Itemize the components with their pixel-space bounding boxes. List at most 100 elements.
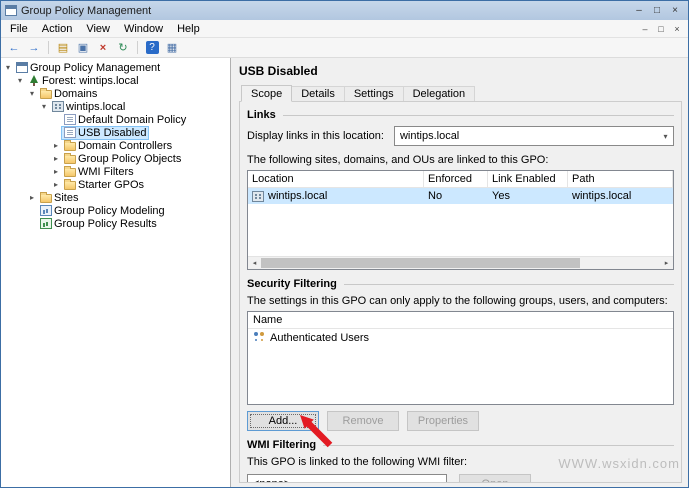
tab-scope[interactable]: Scope	[241, 85, 293, 102]
folder-icon	[64, 140, 76, 151]
display-location-select[interactable]: wintips.local ▾	[393, 126, 674, 146]
security-intro-text: The settings in this GPO can only apply …	[247, 295, 668, 307]
links-table: Location Enforced Link Enabled Path wint…	[247, 170, 674, 270]
open-button: Open	[459, 474, 531, 482]
help-icon[interactable]: ?	[143, 40, 161, 56]
column-header-path[interactable]: Path	[568, 171, 673, 188]
toolbar: ← → ▤ ▣ × ↻ ? ▦	[1, 38, 688, 58]
tree-item-group-policy-modeling[interactable]: Group Policy Modeling	[1, 204, 230, 217]
column-header-name[interactable]: Name	[248, 312, 673, 329]
wmi-filter-select[interactable]: <none> ▾	[247, 474, 447, 483]
tab-strip: Scope Details Settings Delegation	[239, 85, 682, 102]
links-heading-label: Links	[247, 109, 276, 121]
properties-button: Properties	[407, 411, 479, 431]
scroll-right-icon[interactable]: ▸	[660, 259, 673, 267]
expander-icon[interactable]: ▾	[3, 63, 13, 72]
close-button[interactable]: ×	[666, 3, 684, 18]
tree-item-group-policy-management[interactable]: ▾ Group Policy Management	[1, 61, 230, 74]
delete-icon[interactable]: ×	[94, 40, 112, 56]
link-enforced: No	[428, 190, 443, 202]
expander-icon[interactable]: ▾	[27, 89, 37, 98]
tab-delegation[interactable]: Delegation	[402, 86, 476, 101]
folder-icon	[40, 192, 52, 203]
display-location-value: wintips.local	[399, 130, 460, 142]
menu-view[interactable]: View	[79, 21, 117, 37]
expander-icon[interactable]: ▸	[51, 141, 61, 150]
tree-item-label: Group Policy Management	[30, 61, 161, 74]
back-icon[interactable]: ←	[5, 40, 23, 56]
maximize-button[interactable]: □	[648, 3, 666, 18]
security-buttons: Add... Remove Properties	[247, 411, 674, 431]
remove-button: Remove	[327, 411, 399, 431]
tab-settings[interactable]: Settings	[343, 86, 404, 101]
tree-item-group-policy-results[interactable]: Group Policy Results	[1, 217, 230, 230]
window-title: Group Policy Management	[21, 4, 152, 17]
display-links-label: Display links in this location:	[247, 130, 384, 142]
expander-icon[interactable]: ▾	[39, 102, 49, 111]
expander-icon[interactable]: ▸	[27, 193, 37, 202]
links-intro-text: The following sites, domains, and OUs ar…	[247, 154, 549, 166]
tree-item-label: Group Policy Modeling	[54, 204, 165, 217]
menu-help[interactable]: Help	[170, 21, 207, 37]
mdi-restore-button[interactable]: □	[653, 24, 669, 34]
tree-item-group-policy-objects[interactable]: ▸ Group Policy Objects	[1, 152, 230, 165]
expander-icon[interactable]: ▸	[51, 167, 61, 176]
column-header-enforced[interactable]: Enforced	[424, 171, 488, 188]
tree-item-wintips-local[interactable]: ▾ wintips.local	[1, 100, 230, 113]
tree-item-default-domain-policy[interactable]: Default Domain Policy	[1, 113, 230, 126]
security-group-name: Authenticated Users	[270, 331, 370, 344]
new-window-icon[interactable]: ▦	[163, 40, 181, 56]
tree-item-sites[interactable]: ▸ Sites	[1, 191, 230, 204]
help-glyph: ?	[145, 41, 159, 54]
menu-file[interactable]: File	[3, 21, 35, 37]
links-table-body: wintips.local No Yes wintips.local	[248, 188, 673, 256]
scrollbar-thumb[interactable]	[261, 258, 581, 268]
expander-icon[interactable]: ▸	[51, 180, 61, 189]
add-button[interactable]: Add...	[247, 411, 319, 431]
tree-item-domains[interactable]: ▾ Domains	[1, 87, 230, 100]
chevron-down-icon[interactable]: ▾	[658, 132, 673, 141]
tree-item-label: Domains	[54, 87, 98, 100]
scope-tab-page: Links Display links in this location: wi…	[239, 101, 682, 483]
section-divider	[323, 444, 674, 446]
expander-icon[interactable]: ▾	[15, 76, 25, 85]
mdi-close-button[interactable]: ×	[669, 24, 685, 34]
scrollbar-track[interactable]	[261, 257, 660, 269]
menu-bar: File Action View Window Help – □ ×	[1, 20, 688, 38]
tree-item-label: Domain Controllers	[78, 139, 173, 152]
domain-icon	[252, 190, 264, 202]
menu-window[interactable]: Window	[117, 21, 170, 37]
column-header-link-enabled[interactable]: Link Enabled	[488, 171, 568, 188]
gpo-icon	[64, 114, 76, 125]
tree-item-wmi-filters[interactable]: ▸ WMI Filters	[1, 165, 230, 178]
tree-item-forest[interactable]: ▾ Forest: wintips.local	[1, 74, 230, 87]
forward-icon[interactable]: →	[25, 40, 43, 56]
minimize-button[interactable]: –	[630, 3, 648, 18]
chevron-down-icon[interactable]: ▾	[431, 480, 446, 483]
tree-item-label: Group Policy Results	[54, 217, 157, 230]
tree-item-label: wintips.local	[66, 100, 126, 113]
tab-details[interactable]: Details	[291, 86, 345, 101]
console-tree: ▾ Group Policy Management ▾ Forest: wint…	[1, 58, 231, 487]
table-row[interactable]: wintips.local No Yes wintips.local	[248, 188, 673, 204]
list-item[interactable]: Authenticated Users	[248, 329, 673, 346]
menu-action[interactable]: Action	[35, 21, 80, 37]
refresh-icon[interactable]: ↻	[114, 40, 132, 56]
tree-item-usb-disabled[interactable]: USB Disabled	[1, 125, 230, 140]
console-body: ▾ Group Policy Management ▾ Forest: wint…	[1, 58, 688, 487]
wmi-filter-value: <none>	[253, 478, 431, 482]
horizontal-scrollbar[interactable]: ◂ ▸	[248, 256, 673, 269]
page-title: USB Disabled	[239, 64, 318, 78]
column-header-location[interactable]: Location	[248, 171, 424, 188]
mdi-minimize-button[interactable]: –	[637, 24, 653, 34]
tree-item-domain-controllers[interactable]: ▸ Domain Controllers	[1, 139, 230, 152]
console-icon	[16, 62, 28, 73]
app-icon	[5, 5, 17, 16]
scroll-left-icon[interactable]: ◂	[248, 259, 261, 267]
toolbar-separator	[48, 41, 49, 54]
expander-icon[interactable]: ▸	[51, 154, 61, 163]
show-console-tree-icon[interactable]: ▣	[74, 40, 92, 56]
tree-item-starter-gpos[interactable]: ▸ Starter GPOs	[1, 178, 230, 191]
export-list-icon[interactable]: ▤	[54, 40, 72, 56]
folder-icon	[64, 179, 76, 190]
